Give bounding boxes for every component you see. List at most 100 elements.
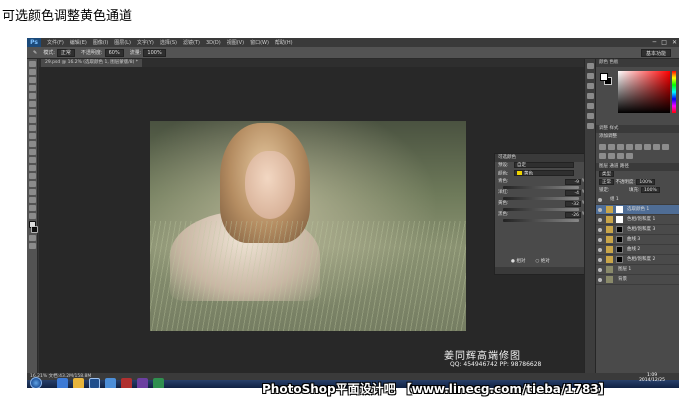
layer-row[interactable]: 背景 bbox=[596, 275, 679, 285]
gradient-tool-icon[interactable] bbox=[28, 149, 36, 155]
menu-image[interactable]: 图像(I) bbox=[93, 39, 108, 46]
brush-preset-icon[interactable] bbox=[586, 103, 594, 109]
app-icon[interactable] bbox=[137, 378, 148, 388]
visibility-eye-icon[interactable] bbox=[598, 228, 602, 232]
history-icon[interactable] bbox=[586, 63, 594, 69]
layer-mask-thumb[interactable] bbox=[616, 216, 623, 223]
visibility-eye-icon[interactable] bbox=[598, 218, 602, 222]
layer-row[interactable]: 色相/饱和度 3 bbox=[596, 225, 679, 235]
opacity-input[interactable]: 60% bbox=[104, 48, 124, 57]
layer-kind-select[interactable]: 类型 bbox=[599, 171, 614, 177]
vibrance-icon[interactable] bbox=[635, 144, 642, 150]
color-spectrum[interactable] bbox=[618, 71, 670, 113]
brightness-icon[interactable] bbox=[599, 144, 606, 150]
ie-icon[interactable] bbox=[57, 378, 68, 388]
menu-select[interactable]: 选择(S) bbox=[160, 39, 177, 46]
menu-layer[interactable]: 图层(L) bbox=[114, 39, 131, 46]
layer-opacity-input[interactable]: 100% bbox=[636, 179, 656, 185]
info-icon[interactable] bbox=[586, 83, 594, 89]
layer-row[interactable]: 组 1 bbox=[596, 195, 679, 205]
dodge-tool-icon[interactable] bbox=[28, 165, 36, 171]
hue-saturation-icon[interactable] bbox=[644, 144, 651, 150]
brush-tool-icon[interactable]: ✎ bbox=[33, 50, 37, 56]
app-icon[interactable] bbox=[153, 378, 164, 388]
slider-value-black[interactable]: -26 bbox=[565, 212, 581, 218]
menu-help[interactable]: 帮助(H) bbox=[275, 39, 293, 46]
hand-tool-icon[interactable] bbox=[28, 205, 36, 211]
layer-row[interactable]: 色相/饱和度 2 bbox=[596, 255, 679, 265]
selective-color-icon[interactable] bbox=[626, 153, 633, 159]
mode-select[interactable]: 正常 bbox=[56, 48, 75, 57]
radio-relative[interactable]: ● 相对 bbox=[511, 258, 525, 264]
visibility-eye-icon[interactable] bbox=[598, 278, 602, 282]
document-image[interactable] bbox=[150, 121, 466, 331]
layer-mask-thumb[interactable] bbox=[616, 236, 623, 243]
photoshop-taskbar-icon[interactable] bbox=[89, 378, 100, 388]
layer-mask-thumb[interactable] bbox=[616, 256, 623, 263]
menu-3d[interactable]: 3D(D) bbox=[206, 40, 221, 46]
visibility-eye-icon[interactable] bbox=[598, 208, 602, 212]
workspace-select[interactable]: 基本功能 bbox=[640, 49, 671, 57]
maximize-button[interactable]: □ bbox=[661, 39, 667, 46]
slider-value-magenta[interactable]: -4 bbox=[565, 190, 581, 196]
move-tool-icon[interactable] bbox=[28, 61, 36, 67]
character-icon[interactable] bbox=[586, 113, 594, 119]
levels-icon[interactable] bbox=[608, 144, 615, 150]
background-color-swatch[interactable] bbox=[31, 226, 38, 233]
lasso-tool-icon[interactable] bbox=[28, 77, 36, 83]
marquee-tool-icon[interactable] bbox=[28, 69, 36, 75]
foreground-swatch[interactable] bbox=[600, 73, 608, 81]
layer-row[interactable]: 色相/饱和度 1 bbox=[596, 215, 679, 225]
healing-tool-icon[interactable] bbox=[28, 109, 36, 115]
layer-row[interactable]: 选取颜色 1 bbox=[596, 205, 679, 215]
visibility-eye-icon[interactable] bbox=[598, 248, 602, 252]
app-icon[interactable] bbox=[121, 378, 132, 388]
shape-tool-icon[interactable] bbox=[28, 197, 36, 203]
menu-file[interactable]: 文件(F) bbox=[47, 39, 64, 46]
colors-select[interactable]: 黄色 bbox=[513, 170, 574, 177]
layer-mask-thumb[interactable] bbox=[616, 226, 623, 233]
screen-mode-icon[interactable] bbox=[28, 243, 36, 249]
color-tabs[interactable]: 颜色 色板 bbox=[596, 59, 679, 67]
menu-window[interactable]: 窗口(W) bbox=[250, 39, 269, 46]
explorer-icon[interactable] bbox=[73, 378, 84, 388]
photo-filter-icon[interactable] bbox=[599, 153, 606, 159]
pen-tool-icon[interactable] bbox=[28, 173, 36, 179]
blend-mode-select[interactable]: 正常 bbox=[599, 179, 614, 185]
hue-slider[interactable] bbox=[672, 71, 676, 113]
close-button[interactable]: ✕ bbox=[672, 39, 677, 46]
layers-tabs[interactable]: 图层 通道 路径 bbox=[596, 163, 679, 171]
layer-mask-thumb[interactable] bbox=[616, 206, 623, 213]
menu-filter[interactable]: 滤镜(T) bbox=[183, 39, 200, 46]
blur-tool-icon[interactable] bbox=[28, 157, 36, 163]
quick-mask-icon[interactable] bbox=[28, 235, 36, 241]
fill-input[interactable]: 100% bbox=[640, 187, 660, 193]
exposure-icon[interactable] bbox=[626, 144, 633, 150]
clone-stamp-tool-icon[interactable] bbox=[28, 125, 36, 131]
visibility-eye-icon[interactable] bbox=[598, 268, 602, 272]
layer-row[interactable]: 曲线 3 bbox=[596, 235, 679, 245]
actions-icon[interactable] bbox=[586, 73, 594, 79]
paragraph-icon[interactable] bbox=[586, 123, 594, 129]
visibility-eye-icon[interactable] bbox=[598, 258, 602, 262]
slider-track-black[interactable] bbox=[503, 219, 579, 222]
eraser-tool-icon[interactable] bbox=[28, 141, 36, 147]
menu-type[interactable]: 文字(Y) bbox=[137, 39, 154, 46]
zoom-tool-icon[interactable] bbox=[28, 213, 36, 219]
preset-select[interactable]: 自定 bbox=[513, 162, 574, 168]
minimize-button[interactable]: ─ bbox=[653, 39, 657, 46]
crop-tool-icon[interactable] bbox=[28, 93, 36, 99]
qq-icon[interactable] bbox=[105, 378, 116, 388]
visibility-eye-icon[interactable] bbox=[598, 198, 602, 202]
slider-value-yellow[interactable]: -32 bbox=[565, 201, 581, 207]
menu-view[interactable]: 视图(V) bbox=[227, 39, 244, 46]
type-tool-icon[interactable] bbox=[28, 181, 36, 187]
layer-row[interactable]: 图层 1 bbox=[596, 265, 679, 275]
quick-select-tool-icon[interactable] bbox=[28, 85, 36, 91]
slider-value-cyan[interactable]: -9 bbox=[565, 179, 581, 185]
black-white-icon[interactable] bbox=[662, 144, 669, 150]
layer-mask-thumb[interactable] bbox=[616, 246, 623, 253]
channel-mixer-icon[interactable] bbox=[608, 153, 615, 159]
flow-input[interactable]: 100% bbox=[143, 48, 166, 57]
path-select-tool-icon[interactable] bbox=[28, 189, 36, 195]
